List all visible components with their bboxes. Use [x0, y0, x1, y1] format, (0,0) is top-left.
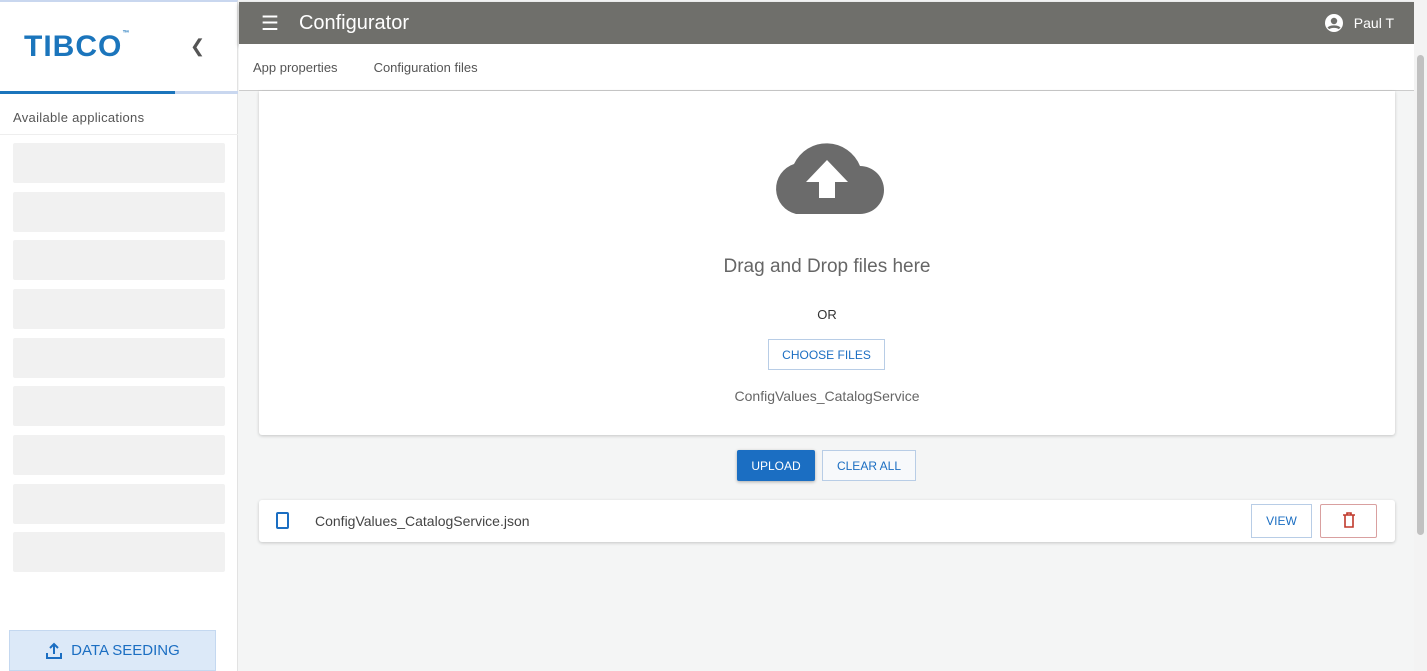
tab-app-properties[interactable]: App properties — [253, 60, 338, 75]
trash-icon — [1342, 511, 1355, 528]
app-placeholder — [13, 386, 225, 426]
user-name: Paul T — [1353, 15, 1394, 31]
hamburger-menu-icon[interactable]: ☰ — [261, 11, 279, 36]
tab-configuration-files[interactable]: Configuration files — [374, 60, 478, 75]
logo-text: TIBCO — [24, 30, 123, 63]
page-title: Configurator — [298, 11, 409, 34]
app-placeholder — [13, 532, 225, 572]
scrollbar[interactable] — [1414, 0, 1427, 671]
file-list-item: ConfigValues_CatalogService.json VIEW — [259, 500, 1395, 542]
app-placeholder — [13, 192, 225, 232]
user-menu[interactable]: Paul T — [1324, 13, 1394, 33]
app-header: ☰ Configurator Paul T — [239, 2, 1414, 44]
app-placeholder — [13, 143, 225, 183]
choose-files-button[interactable]: CHOOSE FILES — [768, 339, 885, 370]
file-upload-icon — [276, 512, 289, 529]
data-seeding-button[interactable]: DATA SEEDING — [9, 630, 216, 671]
file-dropzone[interactable]: Drag and Drop files here OR CHOOSE FILES… — [259, 91, 1395, 435]
tibco-logo: TIBCO™ — [24, 30, 131, 63]
sidebar-loading-bar — [0, 91, 238, 94]
app-placeholder — [13, 435, 225, 475]
app-placeholder — [13, 289, 225, 329]
collapse-sidebar-icon[interactable]: ❮ — [190, 36, 205, 57]
cloud-upload-icon — [776, 143, 884, 214]
app-placeholder — [13, 240, 225, 280]
data-seeding-label: DATA SEEDING — [71, 642, 180, 659]
scrollbar-thumb[interactable] — [1417, 55, 1424, 535]
or-text: OR — [817, 307, 837, 322]
sidebar: TIBCO™ ❮ Available applications DATA SEE… — [0, 0, 238, 671]
upload-button[interactable]: UPLOAD — [737, 450, 815, 481]
clear-all-button[interactable]: CLEAR ALL — [822, 450, 916, 481]
file-name: ConfigValues_CatalogService.json — [315, 513, 530, 529]
upload-icon — [46, 642, 63, 659]
drag-drop-text: Drag and Drop files here — [723, 256, 931, 277]
tab-bar: App properties Configuration files — [239, 44, 1414, 91]
app-placeholder — [13, 338, 225, 378]
divider — [0, 134, 238, 135]
account-icon — [1324, 14, 1343, 32]
app-placeholder — [13, 484, 225, 524]
view-button[interactable]: VIEW — [1251, 504, 1312, 538]
selected-file-name: ConfigValues_CatalogService — [734, 388, 920, 404]
delete-button[interactable] — [1320, 504, 1377, 538]
available-applications-heading: Available applications — [13, 110, 145, 125]
